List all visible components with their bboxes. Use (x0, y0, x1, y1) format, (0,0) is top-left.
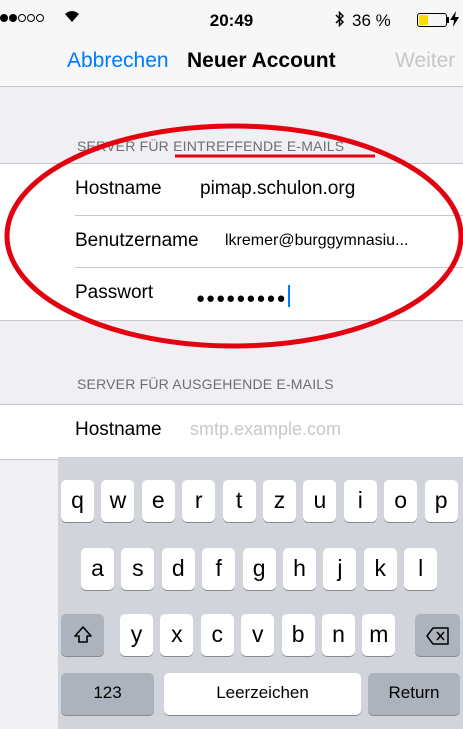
next-button[interactable]: Weiter (395, 49, 455, 73)
space-key[interactable]: Leerzeichen (164, 673, 361, 715)
shift-icon (73, 621, 93, 647)
battery-level-fill (419, 15, 428, 25)
key-k[interactable]: k (363, 548, 397, 590)
key-a[interactable]: a (81, 548, 114, 590)
outgoing-server-group: Hostname smtp.example.com (0, 404, 463, 460)
return-key[interactable]: Return (368, 673, 460, 715)
delete-key[interactable] (415, 614, 460, 656)
key-g[interactable]: g (242, 548, 276, 590)
incoming-section-header: SERVER FÜR EINTREFFENDE E-MAILS (77, 138, 345, 154)
key-s[interactable]: s (121, 548, 155, 590)
incoming-hostname-row[interactable]: Hostname pimap.schulon.org (0, 164, 463, 216)
incoming-password-field[interactable]: ●●●●●●●●● (196, 285, 290, 307)
battery-icon (417, 13, 447, 27)
incoming-password-row[interactable]: Passwort ●●●●●●●●● (0, 268, 463, 320)
status-bar: 20:49 36 % (0, 0, 463, 40)
key-q[interactable]: q (61, 480, 94, 522)
incoming-password-label: Passwort (75, 282, 154, 303)
keyboard: qwertzuiop asdfghjkl yxcvbnm 123 Leerzei… (58, 457, 463, 729)
numbers-key[interactable]: 123 (61, 673, 154, 715)
bluetooth-icon (335, 10, 345, 33)
outgoing-hostname-row[interactable]: Hostname smtp.example.com (0, 405, 463, 457)
key-l[interactable]: l (404, 548, 438, 590)
key-n[interactable]: n (322, 614, 355, 656)
key-y[interactable]: y (120, 614, 153, 656)
key-x[interactable]: x (160, 614, 194, 656)
battery-percent: 36 % (352, 11, 391, 30)
key-i[interactable]: i (343, 480, 377, 522)
page-title: Neuer Account (187, 49, 336, 72)
key-f[interactable]: f (202, 548, 236, 590)
cancel-button[interactable]: Abbrechen (67, 49, 169, 73)
charging-icon (450, 11, 459, 30)
navigation-bar: Abbrechen Neuer Account Weiter (0, 40, 463, 87)
key-j[interactable]: j (323, 548, 357, 590)
key-u[interactable]: u (303, 480, 337, 522)
outgoing-section-header: SERVER FÜR AUSGEHENDE E-MAILS (77, 376, 334, 392)
incoming-username-row[interactable]: Benutzername lkremer@burggymnasiu... (0, 216, 463, 268)
password-dots: ●●●●●●●●● (196, 290, 287, 307)
key-b[interactable]: b (281, 614, 315, 656)
incoming-username-field[interactable]: lkremer@burggymnasiu... (225, 232, 408, 250)
outgoing-hostname-label: Hostname (75, 419, 162, 440)
battery-cap (447, 17, 449, 23)
key-w[interactable]: w (101, 480, 135, 522)
delete-icon (425, 621, 450, 647)
key-m[interactable]: m (362, 614, 396, 656)
key-v[interactable]: v (241, 614, 275, 656)
key-p[interactable]: p (424, 480, 458, 522)
key-e[interactable]: e (141, 480, 175, 522)
key-c[interactable]: c (200, 614, 234, 656)
text-cursor (287, 285, 290, 307)
incoming-hostname-field[interactable]: pimap.schulon.org (200, 178, 355, 200)
key-h[interactable]: h (283, 548, 316, 590)
incoming-username-label: Benutzername (75, 230, 199, 251)
key-z[interactable]: z (263, 480, 296, 522)
key-r[interactable]: r (182, 480, 216, 522)
key-t[interactable]: t (222, 480, 256, 522)
status-time: 20:49 (209, 11, 254, 30)
shift-key[interactable] (61, 614, 104, 656)
incoming-hostname-label: Hostname (75, 178, 162, 199)
key-o[interactable]: o (384, 480, 418, 522)
outgoing-hostname-field[interactable]: smtp.example.com (190, 419, 341, 440)
key-d[interactable]: d (161, 548, 195, 590)
incoming-server-group: Hostname pimap.schulon.org Benutzername … (0, 163, 463, 321)
